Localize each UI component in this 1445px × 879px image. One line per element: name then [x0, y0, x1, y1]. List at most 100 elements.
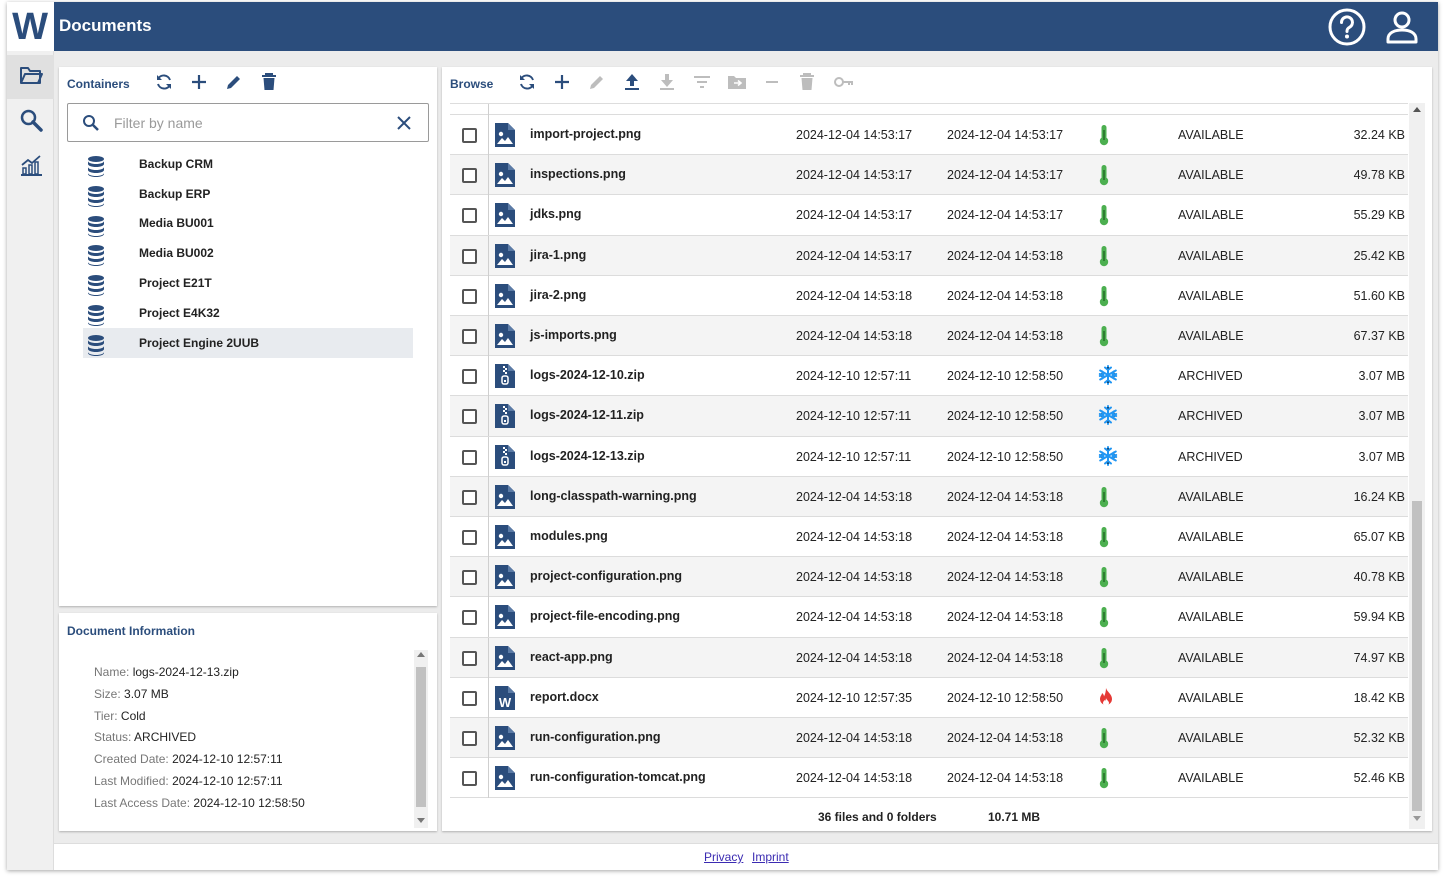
- column-divider: [488, 597, 489, 638]
- table-row[interactable]: run-configuration.png 2024-12-04 14:53:18…: [450, 718, 1408, 759]
- file-status: AVAILABLE: [1178, 489, 1244, 504]
- table-row[interactable]: logs-2024-12-10.zip 2024-12-10 12:57:11 20…: [450, 356, 1408, 397]
- file-size: 74.97 KB: [1353, 650, 1405, 665]
- row-checkbox[interactable]: [462, 409, 477, 425]
- refresh-containers-button[interactable]: [154, 73, 174, 94]
- file-size: 49.78 KB: [1353, 168, 1405, 183]
- image-file-icon: [494, 202, 516, 233]
- table-row[interactable]: js-imports.png 2024-12-04 14:53:18 2024-12…: [450, 316, 1408, 357]
- table-row[interactable]: jdks.png 2024-12-04 14:53:17 2024-12-04 14…: [450, 195, 1408, 236]
- table-row[interactable]: modules.png 2024-12-04 14:53:18 2024-12-04…: [450, 517, 1408, 558]
- row-checkbox[interactable]: [462, 329, 477, 344]
- file-name[interactable]: run-configuration-tomcat.png: [530, 770, 706, 784]
- move-to-folder-button[interactable]: [727, 74, 747, 94]
- column-divider: [488, 356, 489, 397]
- privacy-link[interactable]: Privacy: [704, 850, 743, 864]
- row-checkbox[interactable]: [462, 570, 477, 586]
- file-name[interactable]: long-classpath-warning.png: [530, 489, 697, 503]
- refresh-button[interactable]: [517, 73, 537, 94]
- table-row[interactable]: logs-2024-12-11.zip 2024-12-10 12:57:11 20…: [450, 396, 1408, 437]
- file-name[interactable]: logs-2024-12-13.zip: [530, 449, 645, 463]
- table-row[interactable]: react-app.png 2024-12-04 14:53:18 2024-12-…: [450, 637, 1408, 678]
- file-name[interactable]: run-configuration.png: [530, 730, 661, 744]
- file-name[interactable]: jira-1.png: [530, 248, 586, 262]
- file-name[interactable]: react-app.png: [530, 650, 613, 664]
- row-checkbox[interactable]: [462, 449, 477, 465]
- container-item[interactable]: Project E21T: [83, 268, 413, 298]
- add-file-button[interactable]: [552, 74, 572, 94]
- row-checkbox[interactable]: [462, 369, 477, 385]
- file-name[interactable]: import-project.png: [530, 127, 641, 141]
- nav-search[interactable]: [7, 100, 54, 144]
- row-checkbox[interactable]: [462, 650, 477, 666]
- scroll-down-arrow[interactable]: [1413, 816, 1421, 821]
- container-item[interactable]: Media BU001: [83, 209, 413, 239]
- delete-file-button[interactable]: [797, 72, 817, 94]
- info-scrollbar[interactable]: [414, 650, 428, 828]
- table-row[interactable]: jira-2.png 2024-12-04 14:53:18 2024-12-04 …: [450, 275, 1408, 316]
- row-checkbox[interactable]: [462, 489, 477, 505]
- download-button[interactable]: [657, 73, 677, 94]
- filter-button[interactable]: [692, 74, 712, 94]
- container-item[interactable]: Backup ERP: [83, 179, 413, 209]
- file-name[interactable]: project-configuration.png: [530, 569, 682, 583]
- file-name[interactable]: inspections.png: [530, 167, 626, 181]
- help-circle-icon[interactable]: [1327, 7, 1367, 47]
- nav-analytics[interactable]: [7, 145, 54, 189]
- containers-title: Containers: [67, 77, 130, 91]
- table-row[interactable]: jira-1.png 2024-12-04 14:53:17 2024-12-04 …: [450, 235, 1408, 276]
- table-row[interactable]: inspections.png 2024-12-04 14:53:17 2024-1…: [450, 155, 1408, 196]
- table-scrollbar[interactable]: [1409, 103, 1425, 829]
- image-file-icon: [494, 162, 516, 193]
- container-item[interactable]: Project Engine 2UUB: [83, 327, 413, 358]
- row-checkbox[interactable]: [462, 530, 477, 545]
- column-divider: [488, 396, 489, 437]
- access-key-button[interactable]: [834, 74, 854, 94]
- hot-tier-thermometer-icon: [1098, 526, 1110, 553]
- row-checkbox[interactable]: [462, 610, 477, 626]
- table-row[interactable]: Wreport.docx 2024-12-10 12:57:35 2024-12-1…: [450, 677, 1408, 718]
- row-checkbox[interactable]: [462, 690, 477, 706]
- upload-button[interactable]: [622, 73, 642, 94]
- file-name[interactable]: js-imports.png: [530, 328, 617, 342]
- containers-list: Backup CRM Backup ERP Media BU001 Media BU0…: [83, 149, 413, 358]
- scroll-thumb[interactable]: [1412, 501, 1422, 811]
- row-checkbox[interactable]: [462, 288, 477, 304]
- container-item[interactable]: Backup CRM: [83, 149, 413, 179]
- add-container-button[interactable]: [189, 74, 209, 94]
- nav-documents[interactable]: [7, 55, 54, 99]
- file-name[interactable]: project-file-encoding.png: [530, 609, 680, 623]
- table-row[interactable]: project-configuration.png 2024-12-04 14:5…: [450, 557, 1408, 598]
- table-row[interactable]: logs-2024-12-13.zip 2024-12-10 12:57:11 20…: [450, 436, 1408, 477]
- scroll-up-arrow[interactable]: [1413, 107, 1421, 112]
- user-account-icon[interactable]: [1382, 7, 1422, 47]
- row-checkbox[interactable]: [462, 731, 477, 746]
- table-row[interactable]: project-file-encoding.png 2024-12-04 14:5…: [450, 597, 1408, 638]
- minus-icon: [764, 74, 780, 95]
- file-name[interactable]: jdks.png: [530, 207, 581, 221]
- container-item[interactable]: Media BU002: [83, 238, 413, 268]
- filter-input[interactable]: [114, 112, 374, 134]
- table-row[interactable]: import-project.png 2024-12-04 14:53:17 202…: [450, 115, 1408, 156]
- file-name[interactable]: modules.png: [530, 529, 608, 543]
- file-name[interactable]: logs-2024-12-10.zip: [530, 368, 645, 382]
- table-row[interactable]: long-classpath-warning.png 2024-12-04 14:…: [450, 476, 1408, 517]
- brand-logo[interactable]: W: [7, 2, 54, 51]
- file-name[interactable]: logs-2024-12-11.zip: [530, 408, 644, 422]
- row-checkbox[interactable]: [462, 128, 477, 143]
- file-name[interactable]: report.docx: [530, 690, 599, 704]
- row-checkbox[interactable]: [462, 168, 477, 184]
- row-checkbox[interactable]: [462, 248, 477, 264]
- container-label: Project Engine 2UUB: [139, 335, 260, 350]
- clear-filter-icon[interactable]: [395, 114, 413, 137]
- imprint-link[interactable]: Imprint: [752, 850, 789, 864]
- file-name[interactable]: jira-2.png: [530, 288, 586, 302]
- edit-container-button[interactable]: [224, 74, 244, 94]
- remove-button[interactable]: [762, 74, 782, 94]
- table-row[interactable]: run-configuration-tomcat.png 2024-12-04 1…: [450, 758, 1408, 799]
- container-item[interactable]: Project E4K32: [83, 298, 413, 328]
- delete-container-button[interactable]: [259, 72, 279, 94]
- edit-file-button[interactable]: [587, 74, 607, 94]
- row-checkbox[interactable]: [462, 771, 477, 787]
- row-checkbox[interactable]: [462, 208, 477, 224]
